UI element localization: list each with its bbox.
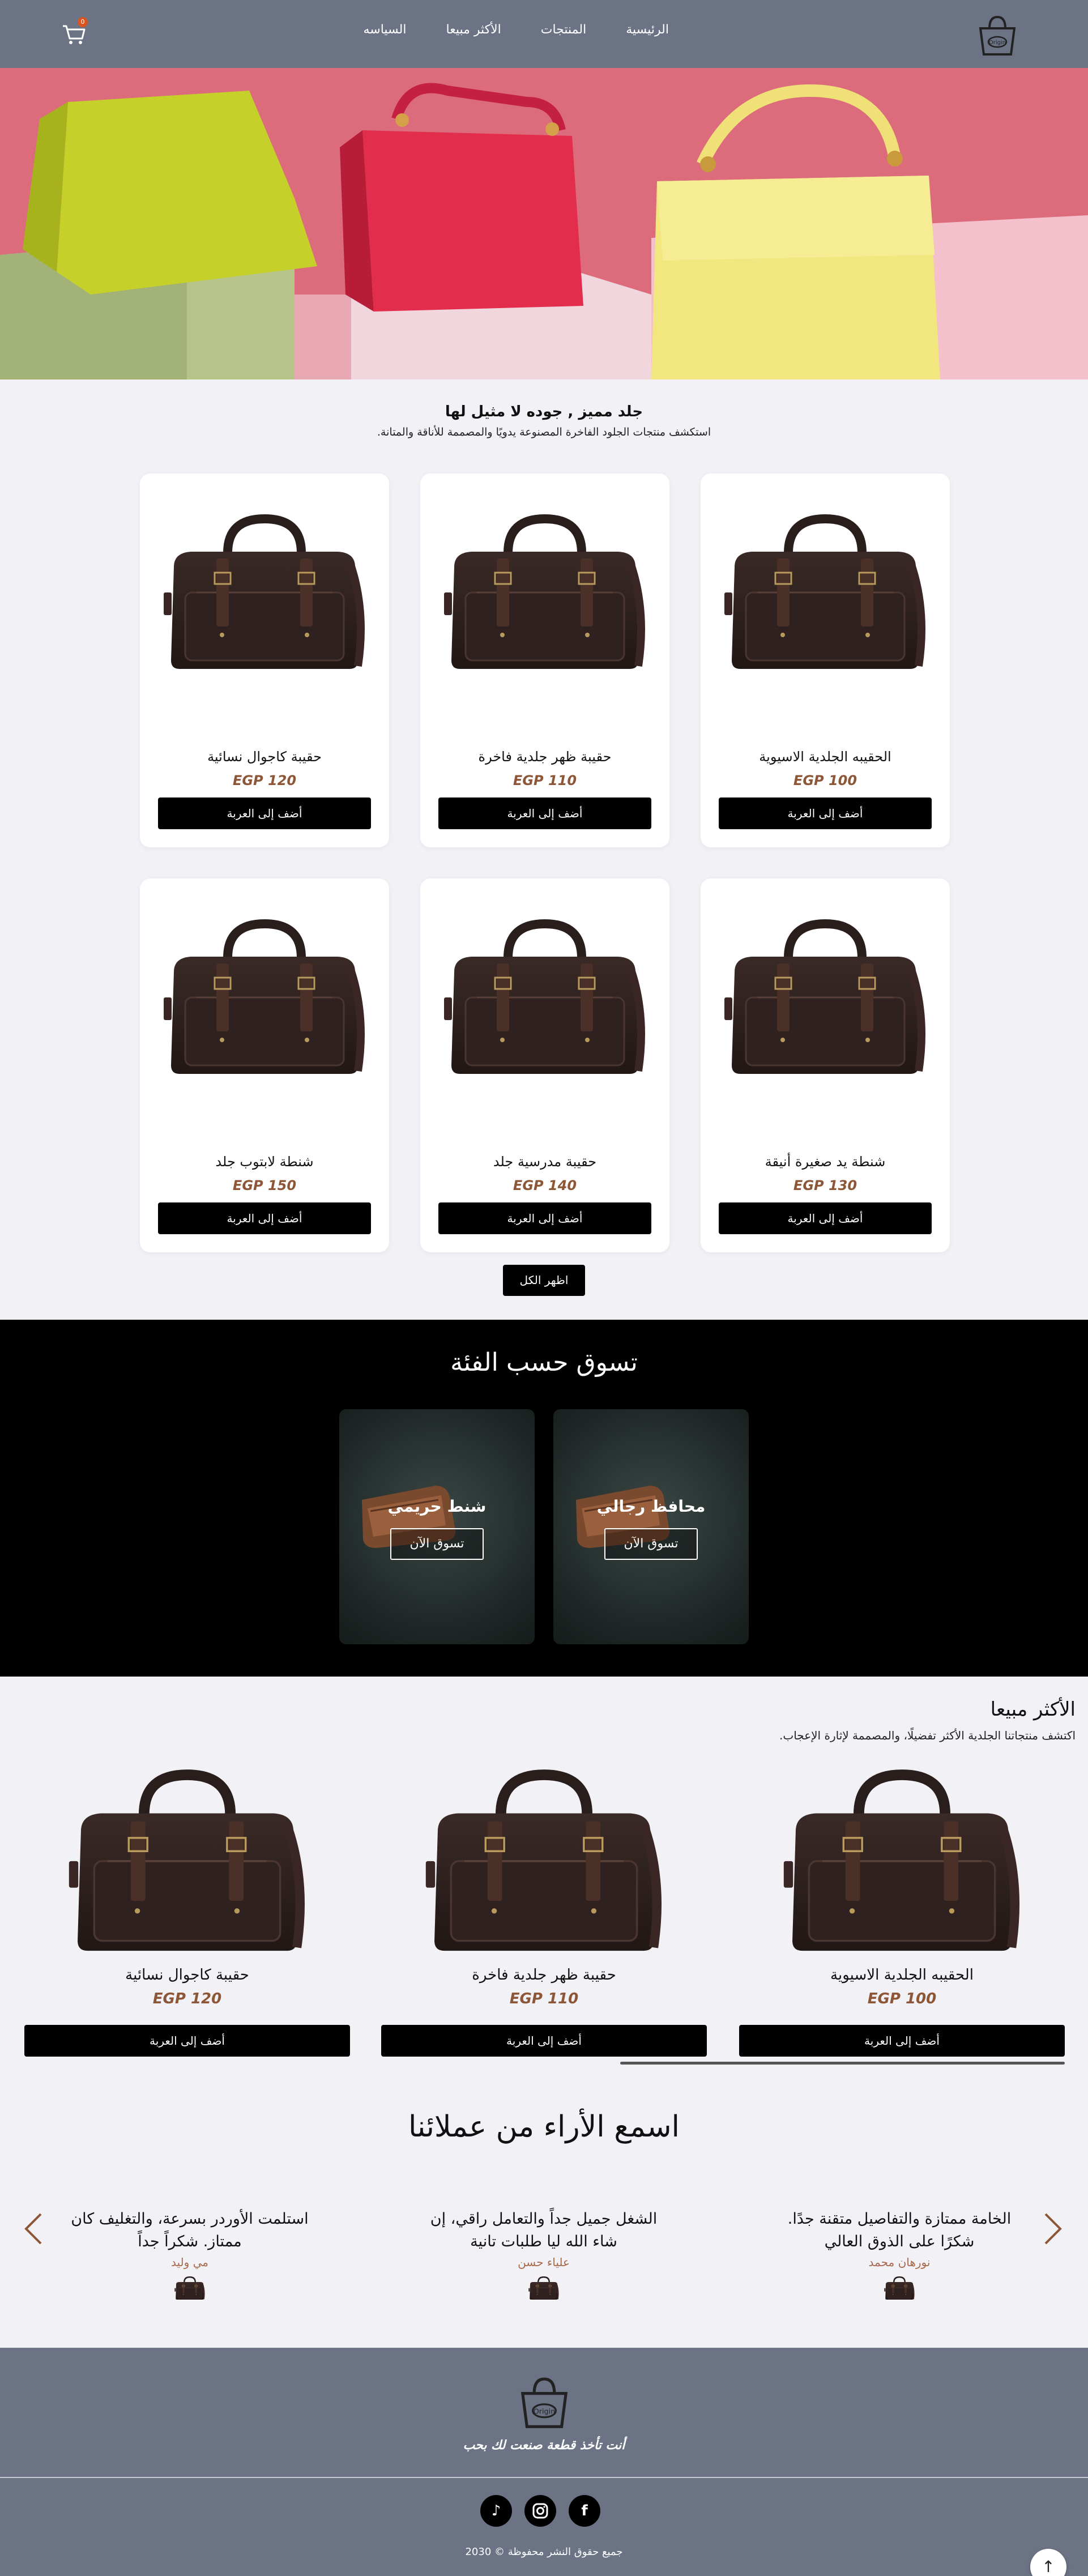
chevron-right-icon[interactable] xyxy=(1041,2212,1064,2246)
site-header: الرئيسية المنتجات الأكثر مبيعا السياسه 0 xyxy=(0,0,1088,68)
category-card-women-bags[interactable]: شنط حريمي تسوق الآن xyxy=(339,1409,535,1644)
add-to-cart-button[interactable]: أضف إلى العربة xyxy=(438,797,651,829)
product-price: EGP 110 xyxy=(509,1990,579,2007)
shop-now-button[interactable]: تسوق الآن xyxy=(604,1528,698,1560)
product-name: شنطة يد صغيرة أنيقة xyxy=(765,1154,886,1170)
best-sellers-title: الأكثر مبيعا xyxy=(990,1698,1076,1721)
product-image xyxy=(163,912,366,1077)
product-card[interactable]: حقيبة كاجوال نسائية EGP 120 أضف إلى العر… xyxy=(140,474,389,847)
product-price: EGP 110 xyxy=(513,773,577,788)
testimonials-title: اسمع الأراء من عملائنا xyxy=(408,2110,680,2144)
avatar xyxy=(528,2272,559,2303)
brand-logo[interactable] xyxy=(975,12,1020,58)
product-name: الحقيبه الجلدية الاسيوية xyxy=(759,749,891,765)
social-links: ♪ f xyxy=(480,2495,600,2527)
product-price: EGP 120 xyxy=(232,773,297,788)
intro-title: جلد مميز , جوده لا مثيل لها xyxy=(445,403,643,420)
chevron-left-icon[interactable] xyxy=(23,2212,45,2246)
testimonial: الخامة ممتازة والتفاصيل متقنة جدًا. شكرً… xyxy=(775,2208,1024,2305)
nav-home[interactable]: الرئيسية xyxy=(626,23,669,37)
add-to-cart-button[interactable]: أضف إلى العربة xyxy=(438,1202,651,1234)
product-card[interactable]: حقيبة مدرسية جلد EGP 140 أضف إلى العربة xyxy=(420,878,669,1252)
add-to-cart-button[interactable]: أضف إلى العربة xyxy=(719,797,932,829)
brand-logo xyxy=(515,2373,573,2431)
nav-products[interactable]: المنتجات xyxy=(541,23,586,37)
categories-title: تسوق حسب الفئة xyxy=(450,1348,638,1377)
cart-button[interactable]: 0 xyxy=(59,17,88,48)
best-seller-item[interactable]: الحقيبه الجلدية الاسيوية EGP 100 أضف إلى… xyxy=(739,1762,1065,2062)
main-nav: الرئيسية المنتجات الأكثر مبيعا السياسه xyxy=(363,23,669,37)
product-price: EGP 120 xyxy=(152,1990,222,2007)
product-name: حقيبة كاجوال نسائية xyxy=(207,749,322,765)
product-image xyxy=(163,507,366,672)
testimonial-author: علياء حسن xyxy=(518,2255,570,2269)
testimonial: الشغل جميل جداً والتعامل راقي، إن شاء ال… xyxy=(419,2208,668,2305)
site-footer: أنت تأخذ قطعة صنعت لك بحب ♪ f جميع حقوق … xyxy=(0,2348,1088,2576)
product-name: الحقيبه الجلدية الاسيوية xyxy=(830,1967,974,1984)
product-name: حقيبة كاجوال نسائية xyxy=(125,1967,249,1984)
product-price: EGP 150 xyxy=(232,1178,297,1193)
product-name: حقيبة ظهر جلدية فاخرة xyxy=(472,1967,616,1984)
product-name: شنطة لابتوب جلد xyxy=(215,1154,314,1170)
copyright-text: جميع حقوق النشر محفوظة © 2030 xyxy=(465,2546,623,2558)
product-price: EGP 140 xyxy=(513,1178,577,1193)
category-card-men-wallets[interactable]: محافظ رجالي تسوق الآن xyxy=(553,1409,749,1644)
avatar xyxy=(174,2272,205,2303)
product-image xyxy=(409,1762,679,1954)
product-name: حقيبة ظهر جلدية فاخرة xyxy=(478,749,612,765)
product-image xyxy=(443,912,647,1077)
add-to-cart-button[interactable]: أضف إلى العربة xyxy=(381,2025,707,2057)
hero-image xyxy=(0,68,1088,379)
nav-policy[interactable]: السياسه xyxy=(363,23,406,37)
product-card[interactable]: شنطة يد صغيرة أنيقة EGP 130 أضف إلى العر… xyxy=(701,878,950,1252)
product-card[interactable]: الحقيبه الجلدية الاسيوية EGP 100 أضف إلى… xyxy=(701,474,950,847)
product-card[interactable]: شنطة لابتوب جلد EGP 150 أضف إلى العربة xyxy=(140,878,389,1252)
show-all-button[interactable]: اظهر الكل xyxy=(503,1265,585,1296)
facebook-icon[interactable]: f xyxy=(569,2495,600,2527)
product-image xyxy=(767,1762,1036,1954)
add-to-cart-button[interactable]: أضف إلى العربة xyxy=(739,2025,1065,2057)
product-image xyxy=(443,507,647,672)
add-to-cart-button[interactable]: أضف إلى العربة xyxy=(24,2025,350,2057)
best-sellers-subtitle: اكتشف منتجاتنا الجلدية الأكثر تفضيلًا، و… xyxy=(779,1729,1076,1742)
add-to-cart-button[interactable]: أضف إلى العربة xyxy=(719,1202,932,1234)
product-image xyxy=(53,1762,322,1954)
carousel-scrollbar[interactable] xyxy=(620,2062,1065,2065)
add-to-cart-button[interactable]: أضف إلى العربة xyxy=(158,1202,371,1234)
product-price: EGP 100 xyxy=(793,773,857,788)
category-label: محافظ رجالي xyxy=(596,1497,706,1516)
product-price: EGP 130 xyxy=(793,1178,857,1193)
footer-divider xyxy=(0,2477,1088,2478)
cart-count-badge: 0 xyxy=(78,17,88,27)
shop-now-button[interactable]: تسوق الآن xyxy=(390,1528,484,1560)
testimonial-author: نورهان محمد xyxy=(868,2255,931,2269)
testimonial-quote: الخامة ممتازة والتفاصيل متقنة جدًا. شكرً… xyxy=(787,2210,1012,2250)
product-name: حقيبة مدرسية جلد xyxy=(493,1154,597,1170)
nav-best-sellers[interactable]: الأكثر مبيعا xyxy=(446,23,501,37)
hero-banner xyxy=(0,68,1088,379)
testimonial-quote: استلمت الأوردر بسرعة، والتغليف كان ممتاز… xyxy=(71,2210,309,2250)
intro-subtitle: استكشف منتجات الجلود الفاخرة المصنوعة يد… xyxy=(377,426,711,438)
product-image xyxy=(723,912,927,1077)
product-card[interactable]: حقيبة ظهر جلدية فاخرة EGP 110 أضف إلى ال… xyxy=(420,474,669,847)
product-price: EGP 100 xyxy=(867,1990,937,2007)
testimonial-quote: الشغل جميل جداً والتعامل راقي، إن شاء ال… xyxy=(430,2210,658,2250)
testimonial-author: مي وليد xyxy=(170,2255,209,2269)
categories-section: تسوق حسب الفئة محافظ رجالي تسوق الآن شنط… xyxy=(0,1320,1088,1677)
product-image xyxy=(723,507,927,672)
footer-tagline: أنت تأخذ قطعة صنعت لك بحب xyxy=(463,2438,625,2453)
testimonial: استلمت الأوردر بسرعة، والتغليف كان ممتاز… xyxy=(65,2208,314,2305)
instagram-icon[interactable] xyxy=(524,2495,556,2527)
best-seller-item[interactable]: حقيبة كاجوال نسائية EGP 120 أضف إلى العر… xyxy=(24,1762,350,2062)
category-label: شنط حريمي xyxy=(387,1497,487,1516)
best-seller-item[interactable]: حقيبة ظهر جلدية فاخرة EGP 110 أضف إلى ال… xyxy=(381,1762,707,2062)
tiktok-icon[interactable]: ♪ xyxy=(480,2495,512,2527)
avatar xyxy=(884,2272,915,2303)
add-to-cart-button[interactable]: أضف إلى العربة xyxy=(158,797,371,829)
